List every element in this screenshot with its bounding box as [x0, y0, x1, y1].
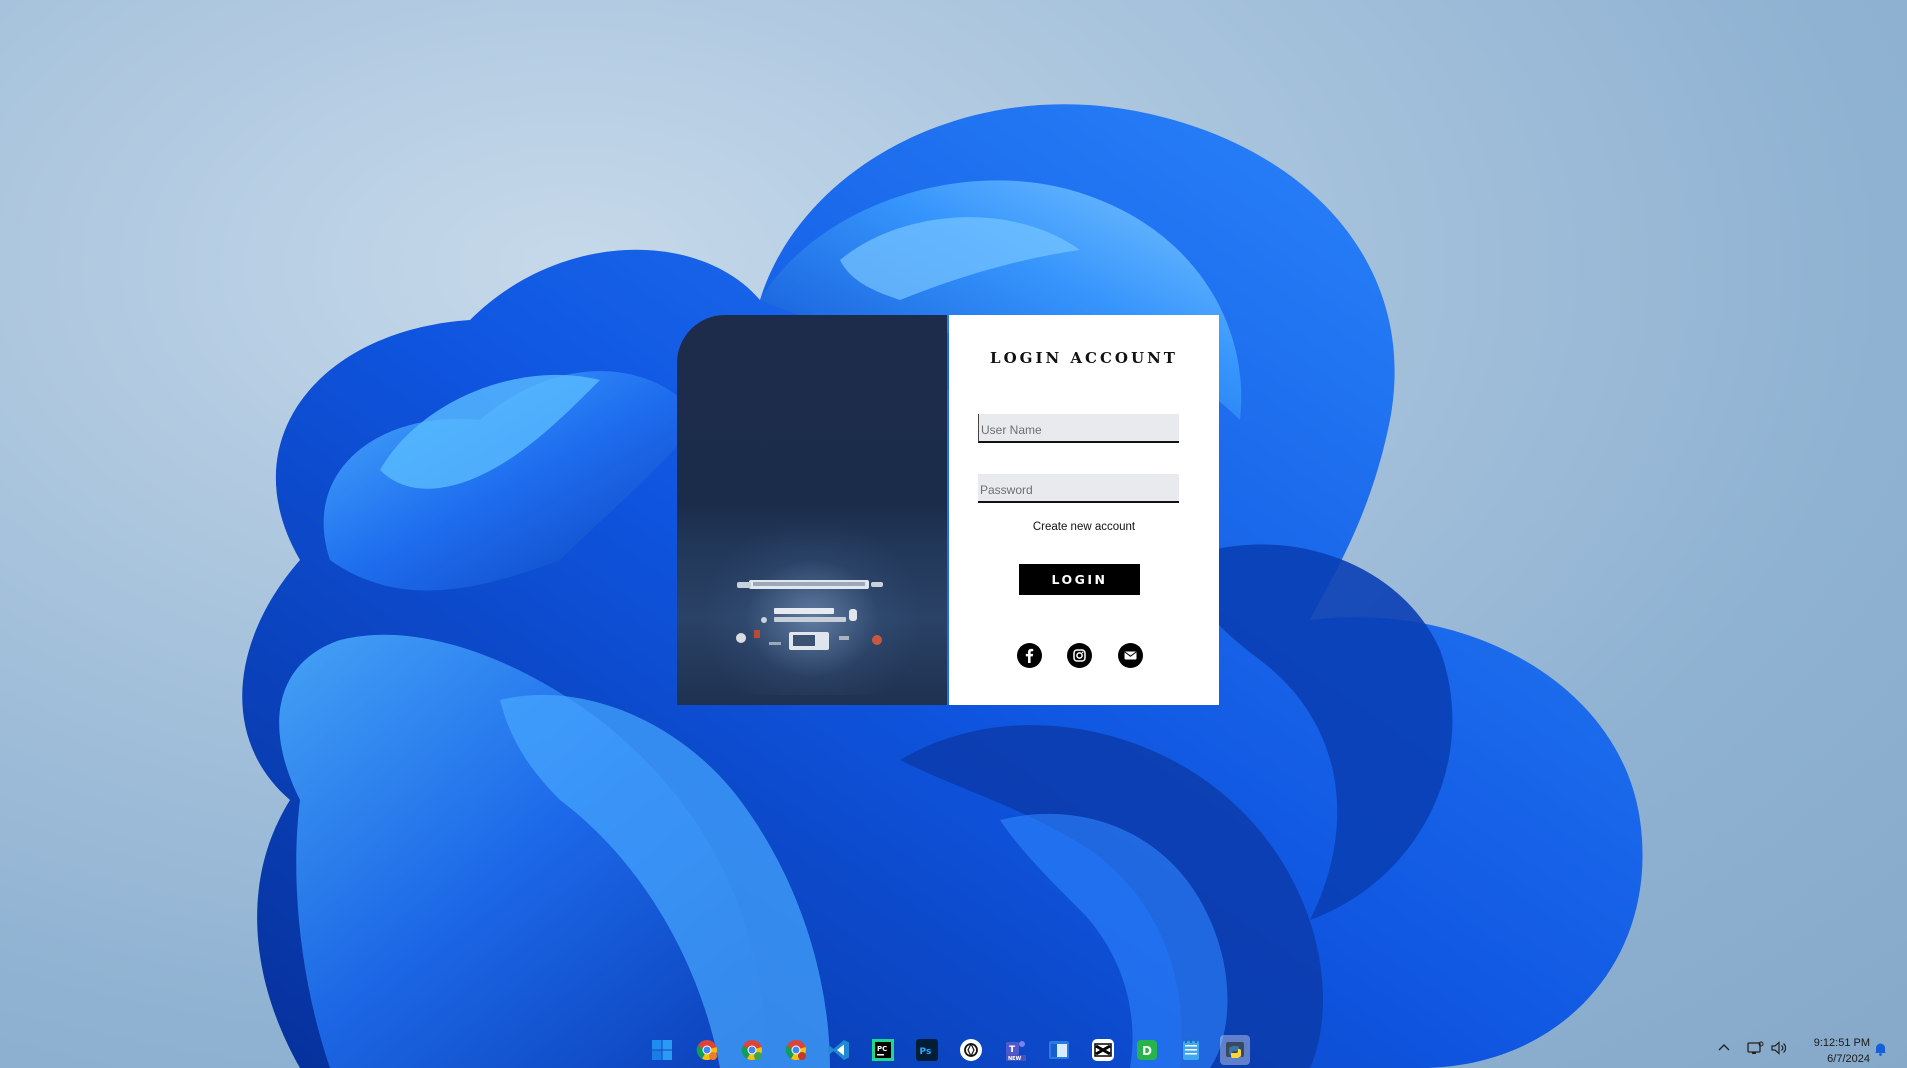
network-icon[interactable] — [1746, 1039, 1764, 1057]
chatgpt-icon — [960, 1039, 982, 1061]
instagram-button[interactable] — [1067, 643, 1092, 668]
taskbar-capcut[interactable] — [1088, 1035, 1118, 1065]
windows-start-icon — [652, 1040, 672, 1060]
desktop: LOGIN ACCOUNT Create new account LOGIN — [0, 0, 1907, 1068]
teams-new-badge: NEW — [1008, 1056, 1022, 1062]
password-input[interactable] — [978, 474, 1179, 501]
pycharm-icon: PC — [872, 1039, 894, 1061]
svg-text:Ps: Ps — [920, 1047, 932, 1057]
chrome-icon — [785, 1040, 806, 1061]
username-input[interactable] — [979, 414, 1179, 441]
chrome-icon — [741, 1040, 762, 1061]
login-title: LOGIN ACCOUNT — [990, 349, 1178, 367]
volume-icon[interactable] — [1770, 1039, 1788, 1057]
taskbar-chrome-2[interactable] — [737, 1035, 767, 1065]
instagram-icon — [1073, 649, 1086, 662]
taskbar: PC Ps T NEW D 9:12:51 PM 6/7/2024 — [0, 1030, 1907, 1068]
taskbar-teams[interactable]: T NEW — [1001, 1035, 1031, 1065]
capcut-icon — [1092, 1039, 1114, 1061]
d-app-icon: D — [1137, 1040, 1157, 1060]
clock-date: 6/7/2024 — [1827, 1053, 1870, 1065]
python-app-icon — [1226, 1042, 1244, 1058]
chevron-up-icon[interactable] — [1716, 1040, 1732, 1056]
start-button[interactable] — [647, 1035, 677, 1065]
notepad-icon — [1183, 1039, 1199, 1060]
taskbar-chrome-1[interactable] — [692, 1035, 722, 1065]
facebook-icon — [1025, 648, 1034, 663]
login-image-panel — [677, 315, 947, 705]
svg-text:PC: PC — [877, 1045, 887, 1053]
photoshop-icon: Ps — [916, 1039, 938, 1061]
email-button[interactable] — [1118, 643, 1143, 668]
notification-bell-icon[interactable] — [1873, 1041, 1888, 1056]
taskbar-chatgpt[interactable] — [956, 1035, 986, 1065]
taskbar-vscode[interactable] — [824, 1035, 854, 1065]
create-account-link[interactable]: Create new account — [949, 521, 1219, 533]
taskbar-chrome-3[interactable] — [781, 1035, 811, 1065]
taskbar-photoshop[interactable]: Ps — [912, 1035, 942, 1065]
taskbar-python-app[interactable] — [1220, 1035, 1250, 1065]
login-form-panel: LOGIN ACCOUNT Create new account LOGIN — [949, 315, 1219, 705]
teams-icon: T NEW — [1006, 1041, 1026, 1062]
svg-text:T: T — [1009, 1045, 1016, 1055]
facebook-button[interactable] — [1017, 643, 1042, 668]
app-window-icon — [1049, 1041, 1069, 1059]
svg-text:D: D — [1142, 1044, 1152, 1058]
vscode-icon — [828, 1040, 849, 1060]
clock[interactable]: 9:12:51 PM 6/7/2024 — [1790, 1035, 1870, 1067]
email-icon — [1124, 651, 1137, 660]
clock-time: 9:12:51 PM — [1813, 1037, 1870, 1049]
taskbar-notepad[interactable] — [1176, 1035, 1206, 1065]
username-field[interactable] — [978, 414, 1179, 443]
chrome-icon — [696, 1040, 717, 1061]
login-button[interactable]: LOGIN — [1019, 564, 1140, 595]
taskbar-d-app[interactable]: D — [1132, 1035, 1162, 1065]
login-window: LOGIN ACCOUNT Create new account LOGIN — [677, 315, 1219, 705]
password-field[interactable] — [978, 474, 1179, 503]
taskbar-app-window[interactable] — [1044, 1035, 1074, 1065]
workspace-illustration — [736, 580, 883, 650]
taskbar-pycharm[interactable]: PC — [868, 1035, 898, 1065]
